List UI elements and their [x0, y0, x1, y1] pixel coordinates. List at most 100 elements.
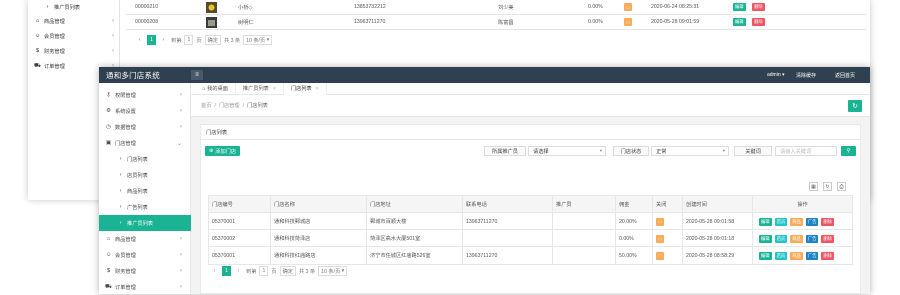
avatar — [206, 17, 217, 28]
sidebar-item-orders[interactable]: ⛟ 订单管理 ‹ — [99, 279, 191, 295]
next-page-button[interactable]: › — [159, 35, 168, 45]
close-toggle[interactable]: □ — [656, 251, 664, 260]
panel-title: 门店列表 — [201, 125, 860, 140]
bg-sidebar-item-goods[interactable]: ⌂ 商品管理 ‹ — [28, 14, 120, 28]
delete-button[interactable]: 删除 — [752, 18, 765, 26]
print-button[interactable]: ⎙ — [837, 182, 846, 191]
ads-button[interactable]: 广告 — [805, 234, 819, 243]
delete-button[interactable]: 删除 — [821, 217, 834, 226]
home-icon: ⌂ — [202, 85, 206, 92]
column-header: 门店名称 — [271, 196, 367, 213]
tab-store-list[interactable]: 门店列表 × — [283, 82, 327, 95]
search-button[interactable]: ⚲ — [841, 146, 856, 156]
breadcrumb-home[interactable]: 首页 — [201, 102, 211, 109]
cell-close: □ — [653, 247, 683, 264]
cell-agent: 陈富昌 — [498, 19, 514, 26]
close-icon[interactable]: × — [316, 86, 319, 92]
bg-sidebar-item-finance[interactable]: $ 财务管理 ‹ — [28, 44, 120, 58]
close-icon[interactable]: × — [273, 86, 276, 92]
pending-badge[interactable]: □ — [624, 18, 632, 26]
table-header-row: 门店编号 门店名称 门店地址 联系电话 推广员 佣金 关闭 创建时间 操作 — [209, 196, 852, 213]
tab-desktop[interactable]: ⌂ 我的桌面 — [195, 82, 236, 95]
goods-button[interactable]: 商品 — [790, 234, 803, 243]
cell-actions: 编辑 店员 商品 广告 删除 — [753, 247, 852, 264]
goto-confirm-button[interactable]: 确定 — [204, 35, 221, 45]
edit-button[interactable]: 编辑 — [733, 3, 746, 11]
refresh-button[interactable]: ↻ — [848, 100, 862, 112]
page-button-current[interactable]: 1 — [147, 35, 156, 45]
close-toggle[interactable]: □ — [656, 234, 664, 243]
staff-button[interactable]: 店员 — [774, 234, 788, 243]
delete-button[interactable]: 删除 — [821, 234, 834, 243]
user-menu[interactable]: admin ▾ — [767, 72, 785, 78]
sidebar-item-label: 会员管理 — [115, 252, 136, 259]
promoter-select-value: 请选择 — [533, 148, 549, 155]
home-icon: ⌂ — [35, 18, 40, 24]
chevron-left-icon: ‹ — [180, 284, 182, 290]
delete-button[interactable]: 删除 — [821, 251, 834, 260]
goto-confirm-button[interactable]: 确定 — [279, 266, 296, 276]
refresh-icon: ↻ — [825, 183, 830, 190]
clock-icon: ◷ — [106, 124, 111, 130]
edit-button[interactable]: 编辑 — [759, 234, 772, 243]
sidebar-item-settings[interactable]: ⚙ 系统设置 ‹ — [99, 103, 191, 119]
page-size-select[interactable]: 10 条/页 ▾ — [318, 266, 348, 276]
sidebar-subitem-staff-list[interactable]: › 店员列表 — [99, 167, 191, 183]
staff-button[interactable]: 店员 — [774, 251, 788, 260]
pending-badge[interactable]: □ — [624, 3, 632, 11]
sidebar-item-goods[interactable]: ⌂ 商品管理 ‹ — [99, 231, 191, 247]
bg-sidebar-item-members[interactable]: ☺ 会员管理 ‹ — [28, 29, 120, 43]
refresh-table-button[interactable]: ↻ — [823, 182, 832, 191]
sidebar-subitem-promoter-list[interactable]: › 推广员列表 — [99, 215, 191, 231]
cell-store-address: 鄄城市百顺大楼 — [367, 213, 463, 230]
sidebar-item-finance[interactable]: $ 财务管理 ‹ — [99, 263, 191, 279]
goods-button[interactable]: 商品 — [790, 251, 803, 260]
prev-page-button[interactable]: ‹ — [210, 266, 219, 276]
staff-button[interactable]: 店员 — [774, 217, 788, 226]
keyword-input[interactable]: 请输入关键词 — [775, 146, 837, 156]
goods-button[interactable]: 商品 — [790, 217, 803, 226]
status-select-value: 正常 — [656, 148, 667, 155]
sidebar-item-stores[interactable]: ▣ 门店管理 ⌄ — [99, 135, 191, 151]
ads-button[interactable]: 广告 — [805, 251, 819, 260]
breadcrumb-store-management[interactable]: 门店管理 — [219, 102, 240, 109]
goto-page-input[interactable]: 1 — [184, 35, 194, 45]
prev-page-button[interactable]: ‹ — [135, 35, 144, 45]
tab-promoter-list[interactable]: 推广员列表 × — [236, 82, 284, 95]
sidebar-item-members[interactable]: ☺ 会员管理 ‹ — [99, 247, 191, 263]
menu-toggle-button[interactable]: ≡ — [191, 70, 203, 80]
sidebar-item-permissions[interactable]: ⚷ 权限管理 ‹ — [99, 87, 191, 103]
goto-page-input[interactable]: 1 — [259, 266, 269, 276]
edit-button[interactable]: 编辑 — [759, 251, 772, 260]
avatar — [206, 2, 217, 13]
bg-pagination: ‹ 1 › 到第 1 页 确定 共 3 条 10 条/页 ▾ — [135, 35, 275, 45]
goto-label: 到第 — [171, 37, 182, 44]
close-toggle[interactable]: □ — [656, 217, 664, 226]
sidebar-subitem-ad-list[interactable]: › 广告列表 — [99, 199, 191, 215]
bg-sidebar-label: 财务管理 — [44, 48, 65, 55]
column-header: 佣金 — [616, 196, 653, 213]
cart-icon: ⛟ — [105, 283, 112, 290]
sidebar-subitem-store-list[interactable]: › 门店列表 — [99, 151, 191, 167]
delete-button[interactable]: 删除 — [752, 3, 765, 11]
promoter-select[interactable]: 请选择 ▾ — [528, 146, 606, 156]
edit-button[interactable]: 编辑 — [733, 18, 746, 26]
cell-store-name: 通和科技鄄城店 — [271, 213, 367, 230]
sidebar-subitem-goods-list[interactable]: › 商品列表 — [99, 183, 191, 199]
sidebar-item-label: 财务管理 — [115, 268, 136, 275]
edit-button[interactable]: 编辑 — [759, 217, 772, 226]
page-button-current[interactable]: 1 — [222, 266, 231, 276]
home-link[interactable]: 返回首页 — [835, 72, 855, 79]
next-page-button[interactable]: › — [234, 266, 243, 276]
chevron-left-icon: ‹ — [180, 108, 182, 114]
add-store-button[interactable]: ⊕ 添加门店 — [205, 146, 240, 156]
cell-promoter — [553, 247, 616, 264]
clear-cache-link[interactable]: 清除缓存 — [796, 72, 816, 79]
bg-sidebar-item-promoters[interactable]: › 推广员列表 — [28, 0, 120, 14]
page-size-select[interactable]: 10 条/页 ▾ — [243, 35, 273, 45]
status-select[interactable]: 正常 ▾ — [651, 146, 729, 156]
cell-close: □ — [653, 230, 683, 247]
columns-toggle-button[interactable]: ▦ — [809, 182, 818, 191]
sidebar-item-data[interactable]: ◷ 数据管理 ‹ — [99, 119, 191, 135]
ads-button[interactable]: 广告 — [805, 217, 819, 226]
